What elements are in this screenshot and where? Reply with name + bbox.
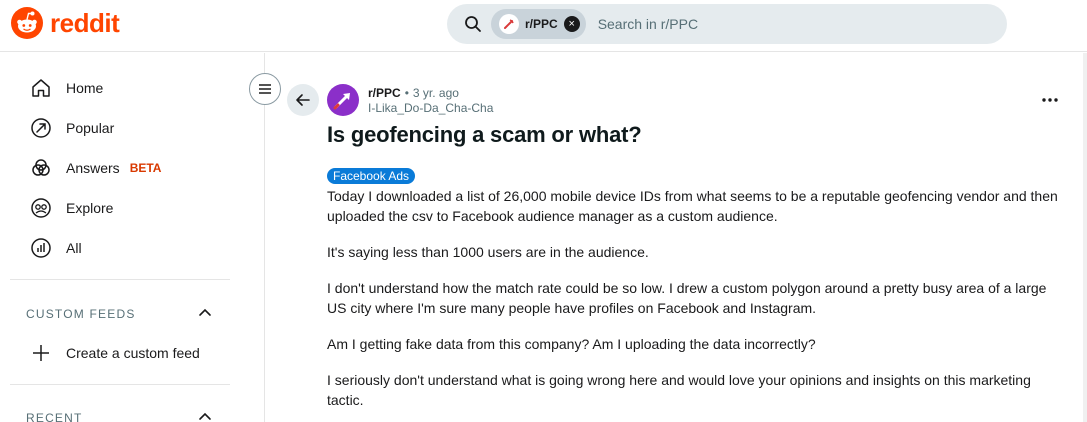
sidebar-item-explore[interactable]: Explore [30,193,113,223]
sidebar-item-label: Popular [66,120,115,136]
back-button[interactable] [287,84,319,116]
search-bar[interactable]: r/PPC × Search in r/PPC [447,4,1007,44]
home-icon [30,77,52,99]
left-sidebar: Home Popular Answers BETA Explore All CU… [0,53,265,422]
collapse-sidebar-button[interactable] [249,73,281,105]
subreddit-avatar[interactable] [327,84,359,116]
search-input[interactable]: Search in r/PPC [598,16,698,32]
sidebar-item-answers[interactable]: Answers BETA [30,153,161,183]
chip-close-icon[interactable]: × [563,16,580,32]
search-icon [463,14,483,34]
sidebar-item-all[interactable]: All [30,233,82,263]
post-title: Is geofencing a scam or what? [327,122,642,147]
sidebar-item-popular[interactable]: Popular [30,113,114,143]
author-link[interactable]: I-Lika_Do-Da_Cha-Cha [368,101,493,115]
sidebar-divider [10,279,230,280]
post-paragraph: Today I downloaded a list of 26,000 mobi… [327,188,1058,224]
meta-separator: • [404,86,409,100]
subreddit-link[interactable]: r/PPC [368,86,401,100]
subreddit-chip-icon [499,14,519,34]
create-custom-feed-button[interactable]: Create a custom feed [30,338,200,368]
sidebar-divider [10,384,230,385]
top-bar: reddit r/PPC × Search in r/PPC [0,0,1087,52]
chevron-up-icon[interactable] [197,409,213,422]
sidebar-item-label: Home [66,80,104,96]
post-flair[interactable]: Facebook Ads [327,168,416,184]
post-timestamp: 3 yr. ago [412,86,459,100]
post-paragraph: It's saying less than 1000 users are in … [327,244,649,260]
reddit-snoo-icon [11,7,43,39]
sidebar-item-label: Answers [66,160,120,176]
explore-icon [30,197,52,219]
beta-badge: BETA [129,161,162,175]
post-paragraph: I don't understand how the match rate co… [327,280,1047,316]
more-options-button[interactable] [1038,90,1062,110]
post-meta: r/PPC • 3 yr. ago [368,86,459,100]
rocket-icon [333,93,350,110]
subreddit-scope-chip: r/PPC × [491,9,586,39]
recent-heading: RECENT [26,411,83,422]
arrow-left-icon [296,94,310,106]
sidebar-item-label: All [66,240,82,256]
search-chip-label: r/PPC [525,17,558,31]
popular-icon [30,117,52,139]
plus-icon [30,342,52,364]
create-custom-feed-label: Create a custom feed [66,345,200,361]
answers-icon [30,157,52,179]
scrollbar[interactable] [1083,53,1087,422]
chevron-up-icon[interactable] [197,305,213,321]
reddit-wordmark: reddit [50,7,120,38]
post-paragraph: Am I getting fake data from this company… [327,336,816,352]
more-horizontal-icon [1042,98,1058,102]
menu-icon [259,84,271,94]
sidebar-item-label: Explore [66,200,114,216]
reddit-logo[interactable]: reddit [10,6,120,40]
custom-feeds-heading: CUSTOM FEEDS [26,307,136,321]
post-paragraph: I seriously don't understand what is goi… [327,372,1031,408]
all-icon [30,237,52,259]
sidebar-item-home[interactable]: Home [30,73,103,103]
